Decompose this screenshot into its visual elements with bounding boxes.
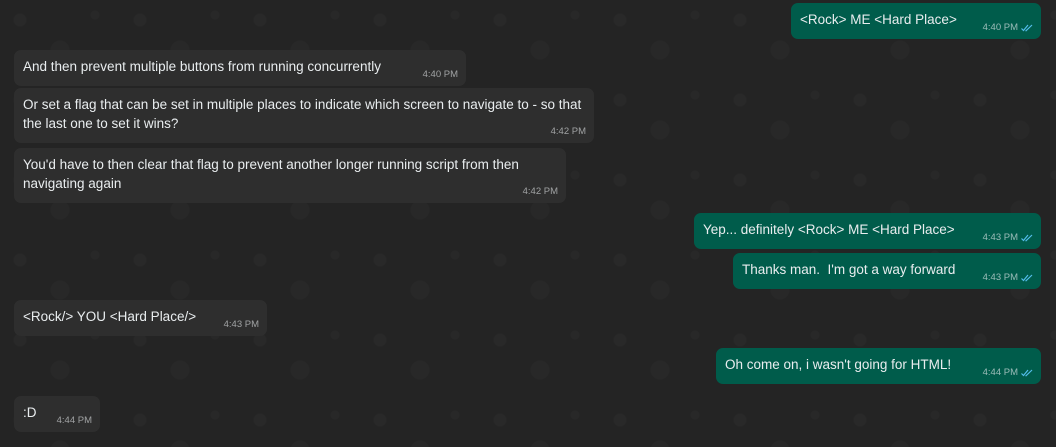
read-receipt-icon <box>1021 24 1033 32</box>
message-time: 4:43 PM <box>223 319 259 330</box>
read-receipt-icon <box>1021 274 1033 282</box>
message-meta: 4:43 PM <box>983 268 1033 287</box>
message-time: 4:44 PM <box>982 367 1018 378</box>
message-meta: 4:42 PM <box>523 182 558 201</box>
message-bubble-outgoing[interactable]: Oh come on, i wasn't going for HTML! 4:4… <box>716 348 1041 384</box>
read-receipt-icon <box>1021 369 1033 377</box>
message-meta: 4:42 PM <box>551 122 586 141</box>
message-meta: 4:44 PM <box>983 363 1033 382</box>
message-text: Yep... definitely <Rock> ME <Hard Place> <box>703 222 955 237</box>
message-time: 4:42 PM <box>550 126 586 137</box>
message-time: 4:43 PM <box>982 272 1018 283</box>
message-time: 4:44 PM <box>56 415 92 426</box>
message-time: 4:42 PM <box>522 186 558 197</box>
message-time: 4:40 PM <box>982 22 1018 33</box>
chat-panel: <Rock> ME <Hard Place> 4:40 PM And then … <box>0 0 1056 447</box>
message-meta: 4:40 PM <box>423 65 458 84</box>
message-text: <Rock> ME <Hard Place> <box>800 12 957 27</box>
message-bubble-incoming[interactable]: And then prevent multiple buttons from r… <box>14 50 466 86</box>
message-text: You'd have to then clear that flag to pr… <box>23 157 523 191</box>
message-meta: 4:43 PM <box>224 315 259 334</box>
message-bubble-outgoing[interactable]: <Rock> ME <Hard Place> 4:40 PM <box>791 3 1041 39</box>
message-meta: 4:44 PM <box>57 411 92 430</box>
message-text: :D <box>23 405 37 420</box>
message-bubble-outgoing[interactable]: Yep... definitely <Rock> ME <Hard Place>… <box>694 213 1041 249</box>
read-receipt-icon <box>1021 234 1033 242</box>
message-bubble-incoming[interactable]: You'd have to then clear that flag to pr… <box>14 148 566 203</box>
message-bubble-outgoing[interactable]: Thanks man. I'm got a way forward 4:43 P… <box>733 253 1041 289</box>
message-text: Or set a flag that can be set in multipl… <box>23 97 586 131</box>
message-text: Oh come on, i wasn't going for HTML! <box>725 357 952 372</box>
message-text: <Rock/> YOU <Hard Place/> <box>23 309 197 324</box>
message-text: Thanks man. I'm got a way forward <box>742 262 956 277</box>
message-meta: 4:43 PM <box>983 228 1033 247</box>
message-text: And then prevent multiple buttons from r… <box>23 59 381 74</box>
message-bubble-incoming[interactable]: :D 4:44 PM <box>14 396 100 432</box>
message-bubble-incoming[interactable]: <Rock/> YOU <Hard Place/> 4:43 PM <box>14 300 267 336</box>
message-meta: 4:40 PM <box>983 18 1033 37</box>
message-time: 4:43 PM <box>982 232 1018 243</box>
message-time: 4:40 PM <box>422 69 458 80</box>
message-bubble-incoming[interactable]: Or set a flag that can be set in multipl… <box>14 88 594 143</box>
